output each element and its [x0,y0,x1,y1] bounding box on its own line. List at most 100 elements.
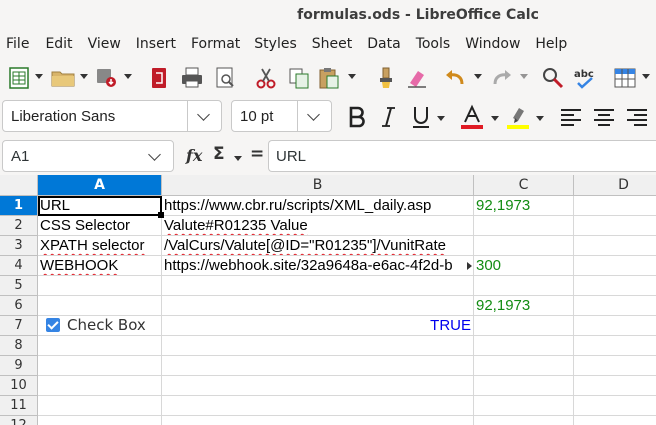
save-dropdown[interactable] [124,72,132,80]
redo-icon[interactable] [489,65,515,91]
cell-a10[interactable] [38,376,162,396]
cell-b4[interactable]: https://webhook.site/32a9648a-e6ac-4f2d-… [162,256,474,276]
row-column-dropdown[interactable] [642,72,650,80]
undo-dropdown[interactable] [474,72,482,80]
cell-a8[interactable] [38,336,162,356]
underline-icon[interactable] [408,104,434,130]
paste-icon[interactable] [316,65,342,91]
cell-c5[interactable] [474,276,574,296]
formula-input[interactable]: URL [268,140,656,172]
cell-b5[interactable] [162,276,474,296]
spreadsheet-grid[interactable]: A B C D 1 2 3 4 5 6 7 8 9 10 11 12 URL C… [0,175,656,425]
menu-tools[interactable]: Tools [416,34,451,58]
save-icon[interactable] [94,65,120,91]
row-header-9[interactable]: 9 [0,356,38,376]
cell-c10[interactable] [474,376,574,396]
name-box[interactable]: A1 [2,140,174,172]
copy-icon[interactable] [286,65,312,91]
clear-formatting-icon[interactable] [404,65,430,91]
cell-c9[interactable] [474,356,574,376]
cell-c7[interactable] [474,316,574,336]
row-header-10[interactable]: 10 [0,376,38,396]
cell-c3[interactable] [474,236,574,256]
menu-format[interactable]: Format [191,34,240,58]
cell-c4[interactable]: 300 [474,256,574,276]
align-right-icon[interactable] [624,104,650,130]
font-name-dropdown[interactable] [187,101,221,131]
row-header-6[interactable]: 6 [0,296,38,316]
row-header-1[interactable]: 1 [0,196,38,216]
open-folder-icon[interactable] [50,65,76,91]
menu-edit[interactable]: Edit [45,34,72,58]
row-header-7[interactable]: 7 [0,316,38,336]
function-wizard-icon[interactable]: fx [186,146,202,165]
clone-formatting-icon[interactable] [373,65,399,91]
open-dropdown[interactable] [80,72,88,80]
cell-d12[interactable] [574,416,656,425]
menu-help[interactable]: Help [535,34,567,58]
cell-b6[interactable] [162,296,474,316]
cell-b8[interactable] [162,336,474,356]
spelling-icon[interactable]: abc [573,65,599,91]
cell-c2[interactable] [474,216,574,236]
find-replace-icon[interactable] [540,65,566,91]
cell-d7[interactable] [574,316,656,336]
column-header-c[interactable]: C [474,175,574,196]
column-header-d[interactable]: D [574,175,656,196]
row-header-4[interactable]: 4 [0,256,38,276]
font-color-dropdown[interactable] [491,114,499,122]
cell-d8[interactable] [574,336,656,356]
cell-d3[interactable] [574,236,656,256]
menu-sheet[interactable]: Sheet [312,34,352,58]
font-color-icon[interactable] [459,104,485,130]
highlight-color-icon[interactable] [505,104,531,130]
sum-icon[interactable]: Σ [213,144,225,164]
sum-dropdown[interactable] [234,154,242,162]
cell-b10[interactable] [162,376,474,396]
row-header-3[interactable]: 3 [0,236,38,256]
menu-window[interactable]: Window [465,34,520,58]
cell-a4[interactable]: WEBHOOK [38,256,162,276]
cell-d9[interactable] [574,356,656,376]
font-name-combo[interactable]: Liberation Sans [2,100,222,132]
row-header-11[interactable]: 11 [0,396,38,416]
cut-icon[interactable] [253,65,279,91]
cell-b11[interactable] [162,396,474,416]
cell-a12[interactable] [38,416,162,425]
undo-icon[interactable] [442,65,468,91]
row-header-8[interactable]: 8 [0,336,38,356]
row-header-5[interactable]: 5 [0,276,38,296]
cell-d6[interactable] [574,296,656,316]
column-header-a[interactable]: A [38,175,162,196]
cell-d11[interactable] [574,396,656,416]
cell-c12[interactable] [474,416,574,425]
name-box-dropdown[interactable] [139,141,173,171]
cell-a6[interactable] [38,296,162,316]
new-dropdown[interactable] [35,72,43,80]
menu-view[interactable]: View [88,34,121,58]
bold-icon[interactable] [344,104,370,130]
cell-c1[interactable]: 92,1973 [474,196,574,216]
export-pdf-icon[interactable] [146,65,172,91]
row-header-12[interactable]: 12 [0,416,38,425]
underline-dropdown[interactable] [437,114,445,122]
redo-dropdown[interactable] [520,72,528,80]
align-left-icon[interactable] [558,104,584,130]
cell-d1[interactable] [574,196,656,216]
menu-file[interactable]: File [6,34,29,58]
row-column-icon[interactable] [612,65,638,91]
checkbox-checked-icon[interactable] [46,318,60,332]
cell-b9[interactable] [162,356,474,376]
cell-b2[interactable]: Valute#R01235 Value [162,216,474,236]
column-header-b[interactable]: B [162,175,474,196]
font-size-combo[interactable]: 10 pt [231,100,332,132]
cell-c8[interactable] [474,336,574,356]
cell-b7[interactable]: TRUE [162,316,474,336]
highlight-dropdown[interactable] [536,114,544,122]
cell-a1[interactable]: URL [38,196,162,216]
font-size-dropdown[interactable] [297,101,331,131]
cell-d10[interactable] [574,376,656,396]
cell-b12[interactable] [162,416,474,425]
align-center-icon[interactable] [591,104,617,130]
cell-b1[interactable]: https://www.cbr.ru/scripts/XML_daily.asp [162,196,474,216]
